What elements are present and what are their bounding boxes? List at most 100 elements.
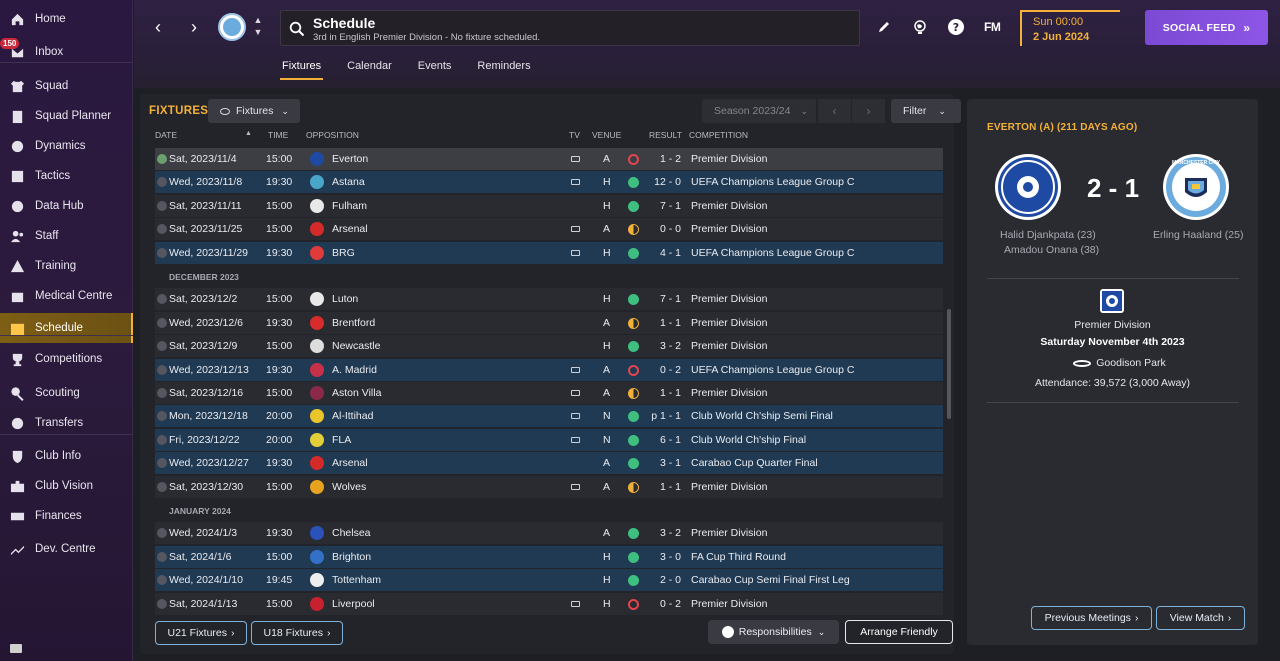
u21-fixtures-button[interactable]: U21 Fixtures ›: [155, 621, 247, 645]
table-row[interactable]: Sat, 2023/12/2 15:00 Luton H 7 - 1 Premier Di…: [155, 288, 943, 311]
fixture-competition[interactable]: UEFA Champions League Group C: [691, 364, 854, 376]
fixture-competition[interactable]: Carabao Cup Semi Final First Leg: [691, 574, 850, 586]
responsibilities-button[interactable]: Responsibilities ⌄: [708, 620, 839, 644]
col-competition[interactable]: COMPETITION: [689, 130, 748, 140]
fixture-competition[interactable]: Premier Division: [691, 340, 767, 352]
fixture-competition[interactable]: Premier Division: [691, 598, 767, 610]
table-row[interactable]: Sat, 2023/12/30 15:00 Wolves A 1 - 1 Premier …: [155, 475, 943, 498]
table-row[interactable]: Wed, 2024/1/10 19:45 Tottenham H 2 - 0 Caraba…: [155, 569, 943, 592]
opponent-name[interactable]: A. Madrid: [332, 364, 377, 376]
premier-division-logo-icon[interactable]: [1100, 289, 1124, 313]
forward-button[interactable]: ›: [183, 16, 205, 38]
opponent-name[interactable]: Newcastle: [332, 340, 380, 352]
man-city-crest-icon[interactable]: MANCHESTER CITY: [1163, 154, 1229, 220]
club-switch-arrows-icon[interactable]: ▲ ▼: [252, 14, 264, 42]
opponent-name[interactable]: Al-Ittihad: [332, 410, 373, 422]
opponent-name[interactable]: Astana: [332, 176, 365, 188]
club-badge-icon[interactable]: [218, 13, 246, 41]
next-season-button[interactable]: ›: [852, 99, 885, 123]
opponent-name[interactable]: FLA: [332, 434, 351, 446]
world-icon[interactable]: [911, 18, 929, 36]
sidebar-item-schedule[interactable]: Schedule: [0, 313, 133, 343]
sidebar-item-competitions[interactable]: Competitions: [0, 347, 133, 371]
previous-season-button[interactable]: ‹: [818, 99, 851, 123]
filter-button[interactable]: Filter ⌄: [891, 99, 961, 123]
fixture-competition[interactable]: FA Cup Third Round: [691, 551, 786, 563]
opponent-name[interactable]: Wolves: [332, 481, 366, 493]
notification-icon[interactable]: [10, 644, 22, 653]
opponent-name[interactable]: Arsenal: [332, 457, 368, 469]
opponent-name[interactable]: Everton: [332, 153, 368, 165]
table-row[interactable]: Mon, 2023/12/18 20:00 Al-Ittihad Np 1 - 1 Cl…: [155, 405, 943, 428]
fixture-competition[interactable]: Premier Division: [691, 200, 767, 212]
fixture-competition[interactable]: Premier Division: [691, 387, 767, 399]
table-row[interactable]: Sat, 2023/12/9 15:00 Newcastle H 3 - 2 Premie…: [155, 335, 943, 358]
tab-fixtures[interactable]: Fixtures: [280, 60, 324, 80]
sidebar-item-club-vision[interactable]: Club Vision: [0, 474, 133, 498]
view-match-button[interactable]: View Match ›: [1156, 606, 1245, 630]
opponent-name[interactable]: BRG: [332, 247, 355, 259]
fixture-competition[interactable]: Club World Ch'ship Semi Final: [691, 410, 833, 422]
fm-logo[interactable]: FM: [984, 20, 1001, 34]
table-row[interactable]: Wed, 2023/12/6 19:30 Brentford A 1 - 1 Premie…: [155, 311, 943, 334]
fixture-competition[interactable]: Premier Division: [691, 527, 767, 539]
table-row[interactable]: Sat, 2023/12/16 15:00 Aston Villa A 1 - 1 Pre…: [155, 382, 943, 404]
table-row[interactable]: Wed, 2023/12/27 19:30 Arsenal A 3 - 1 Carabao…: [155, 452, 943, 475]
opponent-name[interactable]: Tottenham: [332, 574, 381, 586]
back-button[interactable]: ‹: [147, 16, 169, 38]
sidebar-item-tactics[interactable]: Tactics: [0, 164, 133, 188]
fixtures-view-dropdown[interactable]: Fixtures ⌄: [208, 99, 300, 123]
fixture-competition[interactable]: Premier Division: [691, 317, 767, 329]
opponent-name[interactable]: Brentford: [332, 317, 375, 329]
fixture-competition[interactable]: Carabao Cup Quarter Final: [691, 457, 818, 469]
fixture-competition[interactable]: Premier Division: [691, 223, 767, 235]
table-row[interactable]: Sat, 2023/11/11 15:00 Fulham H 7 - 1 Premier …: [155, 194, 943, 217]
table-row[interactable]: Wed, 2023/11/29 19:30 BRG H 4 - 1 UEFA Champi…: [155, 241, 943, 264]
arrange-friendly-button[interactable]: Arrange Friendly: [845, 620, 953, 644]
fixture-competition[interactable]: Premier Division: [691, 153, 767, 165]
fixture-competition[interactable]: UEFA Champions League Group C: [691, 176, 854, 188]
opponent-name[interactable]: Luton: [332, 293, 358, 305]
fixture-competition[interactable]: Premier Division: [691, 293, 767, 305]
sidebar-item-dynamics[interactable]: Dynamics: [0, 134, 133, 158]
edit-pencil-icon[interactable]: [875, 18, 893, 36]
sidebar-item-training[interactable]: Training: [0, 254, 133, 278]
sidebar-item-staff[interactable]: Staff: [0, 224, 133, 248]
col-date[interactable]: DATE: [155, 130, 177, 140]
sidebar-item-home[interactable]: Home: [0, 7, 133, 31]
everton-crest-icon[interactable]: [995, 154, 1061, 220]
fixture-competition[interactable]: UEFA Champions League Group C: [691, 247, 854, 259]
table-row[interactable]: Fri, 2023/12/22 20:00 FLA N 6 - 1 Club World …: [155, 428, 943, 451]
fixture-competition[interactable]: Club World Ch'ship Final: [691, 434, 806, 446]
game-date[interactable]: Sun 00:00 2 Jun 2024: [1020, 10, 1120, 46]
table-row[interactable]: Sat, 2023/11/25 15:00 Arsenal A 0 - 0 Premier…: [155, 218, 943, 241]
help-icon[interactable]: ?: [947, 18, 965, 36]
sidebar-item-finances[interactable]: Finances: [0, 504, 133, 528]
col-result[interactable]: RESULT: [649, 130, 682, 140]
table-row[interactable]: Sat, 2024/1/6 15:00 Brighton H 3 - 0 FA Cup T…: [155, 545, 943, 568]
sidebar-item-transfers[interactable]: Transfers: [0, 411, 133, 435]
sidebar-item-club-info[interactable]: Club Info: [0, 444, 133, 468]
opponent-name[interactable]: Chelsea: [332, 527, 371, 539]
table-row[interactable]: Sat, 2024/1/13 15:00 Liverpool H 0 - 2 Premie…: [155, 592, 943, 615]
u18-fixtures-button[interactable]: U18 Fixtures ›: [251, 621, 343, 645]
col-tv[interactable]: TV: [569, 130, 580, 140]
search-box[interactable]: Schedule 3rd in English Premier Division…: [280, 10, 860, 46]
social-feed-button[interactable]: SOCIAL FEED »: [1145, 10, 1268, 45]
opponent-name[interactable]: Aston Villa: [332, 387, 381, 399]
table-row[interactable]: Sat, 2023/11/4 15:00 Everton A 1 - 2 Premier …: [155, 148, 943, 170]
sidebar-item-inbox[interactable]: Inbox: [0, 40, 133, 64]
opponent-name[interactable]: Fulham: [332, 200, 367, 212]
fixture-competition[interactable]: Premier Division: [691, 481, 767, 493]
season-dropdown[interactable]: Season 2023/24 ⌄: [702, 99, 816, 123]
table-scrollbar[interactable]: [947, 309, 951, 419]
table-row[interactable]: Wed, 2023/11/8 19:30 Astana H 12 - 0 UEFA Cha…: [155, 171, 943, 194]
opponent-name[interactable]: Arsenal: [332, 223, 368, 235]
opponent-name[interactable]: Brighton: [332, 551, 371, 563]
col-time[interactable]: TIME: [268, 130, 288, 140]
tab-calendar[interactable]: Calendar: [345, 60, 394, 80]
table-row[interactable]: Wed, 2024/1/3 19:30 Chelsea A 3 - 2 Premier D…: [155, 522, 943, 545]
col-opposition[interactable]: OPPOSITION: [306, 130, 359, 140]
sidebar-item-dev-centre[interactable]: Dev. Centre: [0, 537, 133, 561]
sidebar-item-squad-planner[interactable]: Squad Planner: [0, 104, 133, 128]
